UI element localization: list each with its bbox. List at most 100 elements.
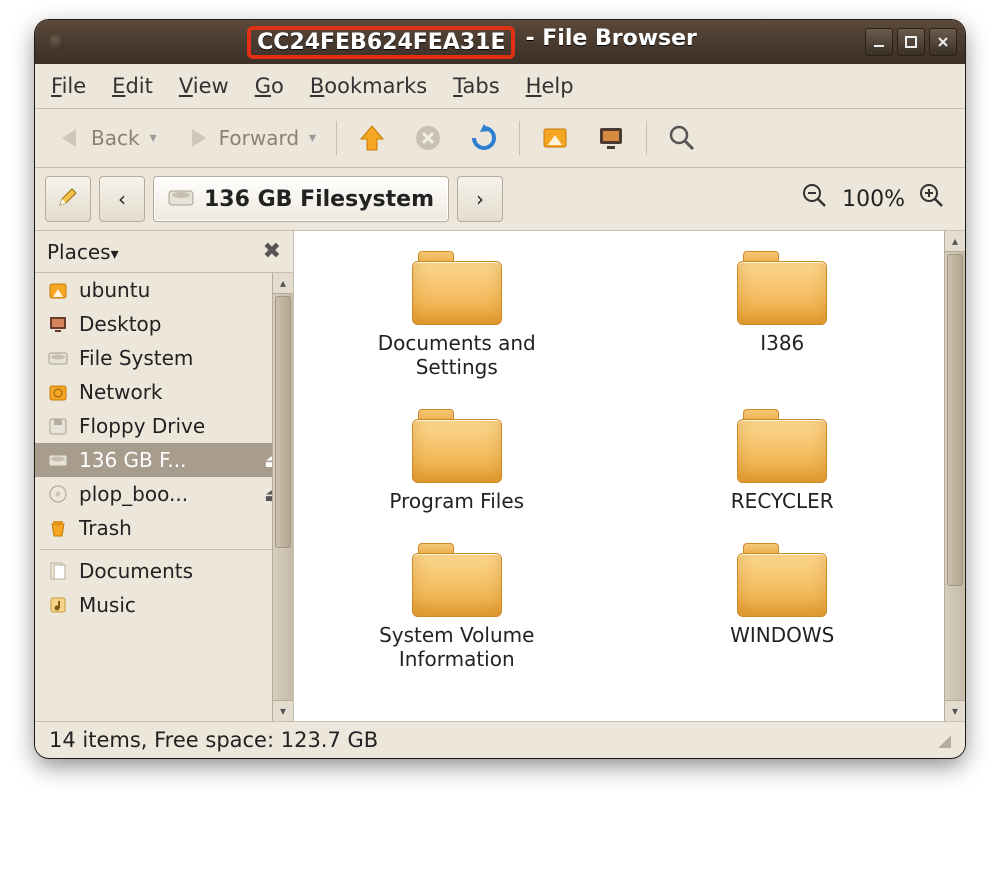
minimize-button[interactable] <box>865 28 893 56</box>
up-arrow-icon <box>357 123 387 153</box>
statusbar: 14 items, Free space: 123.7 GB <box>35 721 965 758</box>
up-button[interactable] <box>347 117 397 159</box>
menu-view[interactable]: View <box>179 74 229 98</box>
floppy-icon <box>47 415 69 437</box>
stop-button[interactable] <box>403 117 453 159</box>
folder-icon <box>412 543 502 617</box>
sidebar-item-file-system[interactable]: File System <box>35 341 293 375</box>
content-scrollbar[interactable]: ▴ ▾ <box>944 231 965 721</box>
sidebar-item-label: ubuntu <box>79 278 150 302</box>
path-segment-current[interactable]: 136 GB Filesystem <box>153 176 449 222</box>
sidebar-header[interactable]: Places▾ <box>47 240 119 264</box>
folder-label: System Volume Information <box>342 623 572 671</box>
home-icon <box>47 279 69 301</box>
location-bar: ‹ 136 GB Filesystem › 100% <box>35 168 965 231</box>
drive-icon <box>47 347 69 369</box>
sidebar-item-label: Music <box>79 593 136 617</box>
scroll-up-icon[interactable]: ▴ <box>945 231 965 252</box>
separator <box>646 121 647 155</box>
toolbar: Back ▾ Forward ▾ <box>35 109 965 168</box>
sidebar-item-floppy-drive[interactable]: Floppy Drive <box>35 409 293 443</box>
sidebar-item-trash[interactable]: Trash <box>35 511 293 545</box>
path-prev-button[interactable]: ‹ <box>99 176 145 222</box>
desktop-icon <box>47 313 69 335</box>
folder-label: RECYCLER <box>731 489 834 513</box>
scroll-down-icon[interactable]: ▾ <box>945 700 965 721</box>
folder-item[interactable]: System Volume Information <box>342 543 572 671</box>
folder-label: WINDOWS <box>730 623 834 647</box>
sidebar-scrollbar[interactable]: ▴ ▾ <box>272 273 293 721</box>
folder-item[interactable]: RECYCLER <box>667 409 897 513</box>
folder-icon <box>412 409 502 483</box>
resize-grip[interactable] <box>935 732 951 748</box>
chevron-down-icon[interactable]: ▾ <box>309 130 316 146</box>
title-volume-id: CC24FEB624FEA31E <box>247 26 515 59</box>
folder-icon <box>737 409 827 483</box>
edit-path-button[interactable] <box>45 176 91 222</box>
sidebar-item-desktop[interactable]: Desktop <box>35 307 293 341</box>
reload-icon <box>469 123 499 153</box>
folder-item[interactable]: I386 <box>667 251 897 379</box>
home-button[interactable] <box>530 117 580 159</box>
sidebar-list: ubuntu Desktop File System Network Floppy Dr… <box>35 273 293 721</box>
sidebar-item-label: Trash <box>79 516 132 540</box>
search-button[interactable] <box>657 117 707 159</box>
forward-button[interactable]: Forward ▾ <box>173 117 326 159</box>
computer-button[interactable] <box>586 117 636 159</box>
folder-item[interactable]: WINDOWS <box>667 543 897 671</box>
window-menu-button[interactable] <box>49 34 65 50</box>
menu-bookmarks[interactable]: Bookmarks <box>310 74 427 98</box>
sidebar-item-plop-boo-[interactable]: plop_boo...⏏ <box>35 477 293 511</box>
pencil-icon <box>56 185 80 214</box>
zoom-out-button[interactable] <box>802 183 828 215</box>
back-label: Back <box>91 126 140 150</box>
sidebar-item-label: Documents <box>79 559 193 583</box>
forward-label: Forward <box>219 126 299 150</box>
scroll-down-icon[interactable]: ▾ <box>273 700 293 721</box>
file-browser-window: CC24FEB624FEA31E - File Browser File Edi… <box>35 20 965 758</box>
drive-icon <box>47 449 69 471</box>
folder-item[interactable]: Documents and Settings <box>342 251 572 379</box>
stop-icon <box>413 123 443 153</box>
folder-view[interactable]: Documents and Settings I386 Program Files R… <box>294 231 965 721</box>
menu-file[interactable]: File <box>51 74 86 98</box>
scroll-thumb[interactable] <box>947 254 963 586</box>
folder-label: I386 <box>760 331 804 355</box>
sidebar-item-136-gb-f-[interactable]: 136 GB F...⏏ <box>35 443 293 477</box>
scroll-thumb[interactable] <box>275 296 291 548</box>
home-icon <box>540 123 570 153</box>
reload-button[interactable] <box>459 117 509 159</box>
path-next-button[interactable]: › <box>457 176 503 222</box>
sidebar-item-label: Desktop <box>79 312 161 336</box>
back-button[interactable]: Back ▾ <box>45 117 167 159</box>
drive-icon <box>168 185 194 213</box>
menu-edit[interactable]: Edit <box>112 74 153 98</box>
sidebar-bookmark-music[interactable]: Music <box>35 588 293 622</box>
menu-tabs[interactable]: Tabs <box>453 74 500 98</box>
folder-icon <box>737 251 827 325</box>
folder-label: Program Files <box>389 489 524 513</box>
computer-icon <box>596 123 626 153</box>
maximize-button[interactable] <box>897 28 925 56</box>
sidebar-item-network[interactable]: Network <box>35 375 293 409</box>
docs-icon <box>47 560 69 582</box>
window-title: CC24FEB624FEA31E - File Browser <box>79 26 865 59</box>
close-button[interactable] <box>929 28 957 56</box>
chevron-down-icon[interactable]: ▾ <box>150 130 157 146</box>
search-icon <box>667 123 697 153</box>
sidebar-item-label: plop_boo... <box>79 482 188 506</box>
folder-item[interactable]: Program Files <box>342 409 572 513</box>
menu-go[interactable]: Go <box>255 74 284 98</box>
zoom-level: 100% <box>842 187 905 212</box>
sidebar-item-ubuntu[interactable]: ubuntu <box>35 273 293 307</box>
music-icon <box>47 594 69 616</box>
sidebar-item-label: 136 GB F... <box>79 448 186 472</box>
zoom-in-button[interactable] <box>919 183 945 215</box>
menu-help[interactable]: Help <box>526 74 574 98</box>
sidebar-bookmark-documents[interactable]: Documents <box>35 554 293 588</box>
path-label: 136 GB Filesystem <box>204 187 434 212</box>
sidebar-close-button[interactable]: ✖ <box>263 239 281 264</box>
sidebar-item-label: Network <box>79 380 163 404</box>
folder-label: Documents and Settings <box>342 331 572 379</box>
scroll-up-icon[interactable]: ▴ <box>273 273 293 294</box>
